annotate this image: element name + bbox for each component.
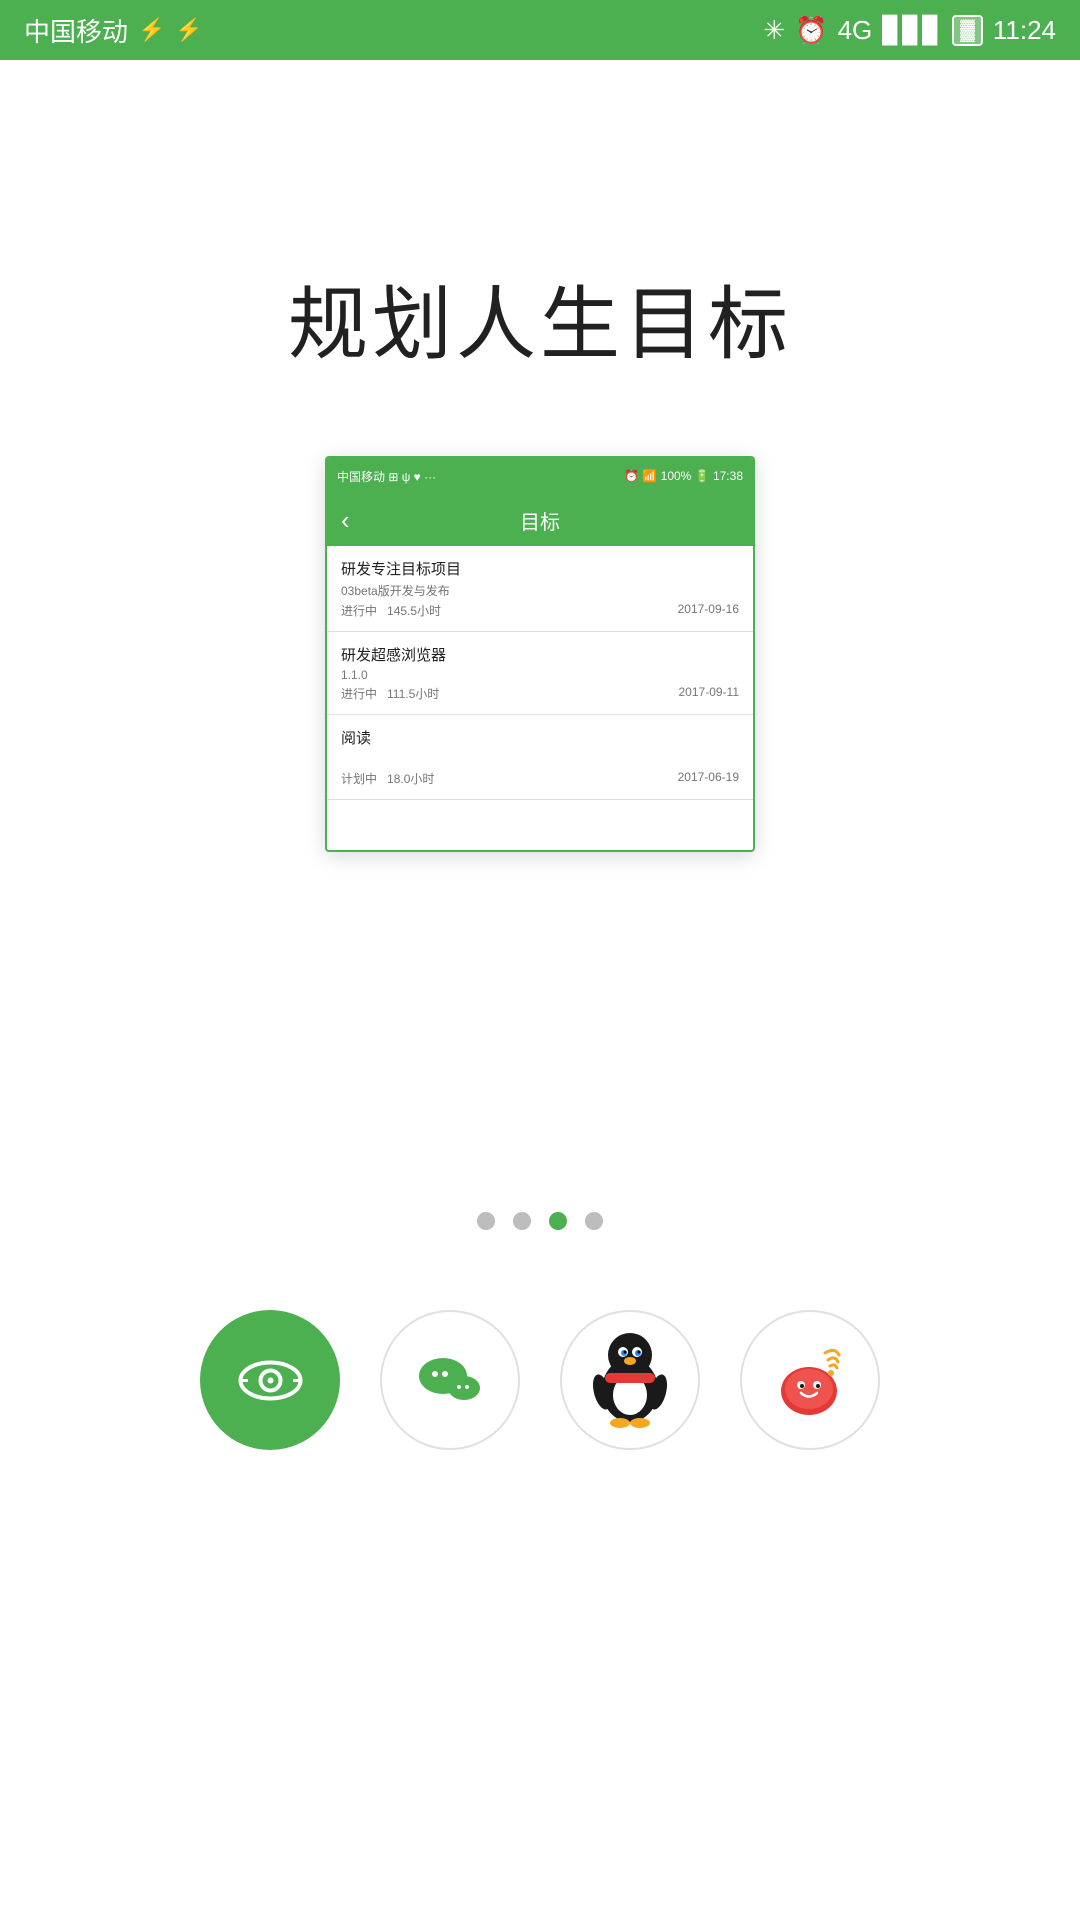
back-icon[interactable]: ‹: [341, 505, 350, 536]
mockup-header: ‹ 目标: [327, 494, 753, 546]
item-subtitle: [341, 751, 739, 767]
item-subtitle: 03beta版开发与发布: [341, 582, 739, 599]
clock: 11:24: [993, 15, 1056, 46]
mockup-time: ⏰ 📶 100% 🔋 17:38: [624, 469, 743, 483]
usb-icon: ⚡: [138, 17, 165, 43]
item-date: 2017-09-16: [678, 602, 739, 619]
mockup-carrier: 中国移动 ⊞ ψ ♥ ···: [337, 468, 436, 485]
list-item[interactable]: 研发超感浏览器 1.1.0 进行中 111.5小时 2017-09-11: [327, 632, 753, 715]
item-date: 2017-06-19: [678, 770, 739, 787]
dot-1[interactable]: [477, 1212, 495, 1230]
page-indicator: [477, 1212, 603, 1230]
phone-mockup: 中国移动 ⊞ ψ ♥ ··· ⏰ 📶 100% 🔋 17:38 ‹ 目标 研发专…: [325, 456, 755, 852]
alarm-icon: ⏰: [795, 15, 827, 46]
list-item[interactable]: 研发专注目标项目 03beta版开发与发布 进行中 145.5小时 2017-0…: [327, 546, 753, 632]
app-icon-qq[interactable]: [560, 1310, 700, 1450]
item-title: 阅读: [341, 727, 739, 748]
dot-4[interactable]: [585, 1212, 603, 1230]
item-title: 研发专注目标项目: [341, 558, 739, 579]
item-meta: 进行中 145.5小时 2017-09-16: [341, 602, 739, 619]
mockup-status-bar: 中国移动 ⊞ ψ ♥ ··· ⏰ 📶 100% 🔋 17:38: [327, 458, 753, 494]
item-status: 进行中 145.5小时: [341, 602, 441, 619]
status-bar: 中国移动 ⚡ ⚡ ✳ ⏰ 4G ▊▊▊ ▓ 11:24: [0, 0, 1080, 60]
item-meta: 进行中 111.5小时 2017-09-11: [341, 685, 739, 702]
main-content: 规划人生目标 中国移动 ⊞ ψ ♥ ··· ⏰ 📶 100% 🔋 17:38 ‹…: [0, 60, 1080, 1510]
battery-icon: ▓: [952, 15, 983, 46]
app-icon-green-camera[interactable]: [200, 1310, 340, 1450]
page-title: 规划人生目标: [288, 260, 792, 376]
dot-3-active[interactable]: [549, 1212, 567, 1230]
status-carrier: 中国移动 ⚡ ⚡: [24, 12, 203, 49]
mockup-list: 研发专注目标项目 03beta版开发与发布 进行中 145.5小时 2017-0…: [327, 546, 753, 850]
status-right: ✳ ⏰ 4G ▊▊▊ ▓ 11:24: [763, 15, 1056, 46]
signal-icon: 4G: [838, 15, 873, 46]
item-title: 研发超感浏览器: [341, 644, 739, 665]
item-status: 进行中 111.5小时: [341, 685, 439, 702]
bluetooth-icon: ✳: [763, 15, 785, 46]
item-meta: 计划中 18.0小时 2017-06-19: [341, 770, 739, 787]
item-status: 计划中 18.0小时: [341, 770, 434, 787]
item-subtitle: 1.1.0: [341, 668, 739, 682]
wechat-icon: [408, 1338, 493, 1423]
app-icons-row: [200, 1290, 880, 1510]
app-icon-wechat[interactable]: [380, 1310, 520, 1450]
dot-2[interactable]: [513, 1212, 531, 1230]
qq-penguin-icon: [585, 1325, 675, 1435]
app-icon-weibo[interactable]: [740, 1310, 880, 1450]
eye-camera-icon: [233, 1343, 308, 1418]
signal-bars: ▊▊▊: [882, 15, 942, 46]
weibo-icon: [763, 1333, 858, 1428]
mockup-screen-title: 目标: [520, 506, 560, 535]
mockup-footer-space: [327, 800, 753, 850]
list-item[interactable]: 阅读 计划中 18.0小时 2017-06-19: [327, 715, 753, 800]
usb2-icon: ⚡: [175, 17, 202, 43]
item-date: 2017-09-11: [679, 685, 740, 702]
